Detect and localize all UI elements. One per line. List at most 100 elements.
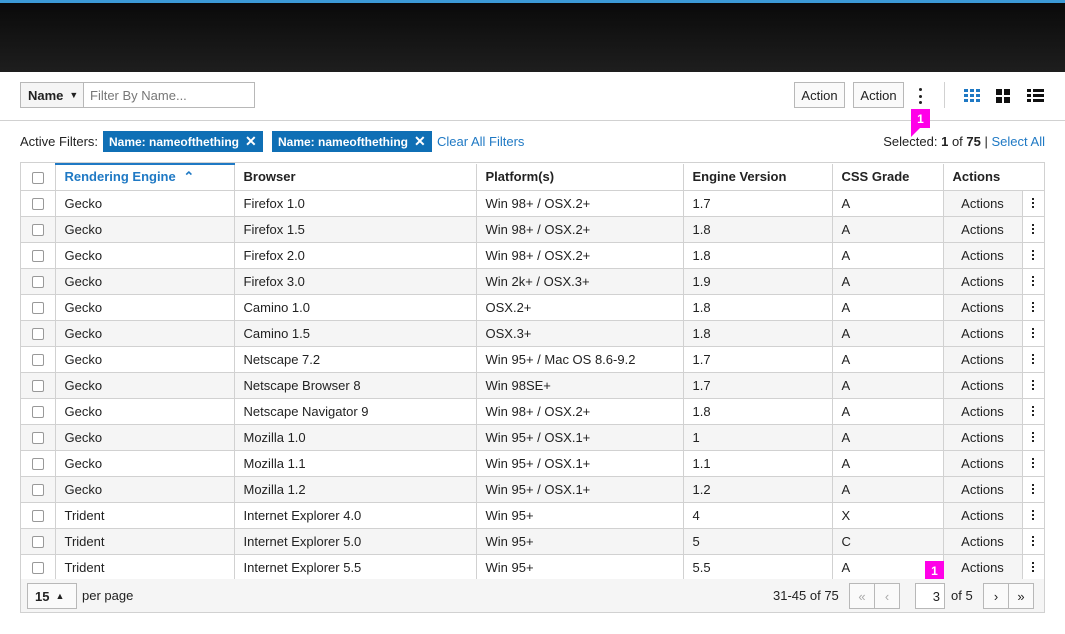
table-row[interactable]: Gecko Mozilla 1.0 Win 95+ / OSX.1+ 1 A Action…	[21, 424, 1045, 451]
column-header-rendering-engine[interactable]: Rendering Engine ⌃	[55, 163, 235, 191]
filter-chip[interactable]: Name: nameofthething ✕	[272, 131, 432, 152]
last-page-button[interactable]: »	[1008, 583, 1034, 609]
select-all-checkbox[interactable]	[31, 171, 44, 184]
table-row[interactable]: Gecko Firefox 1.0 Win 98+ / OSX.2+ 1.7 A Acti…	[21, 190, 1045, 217]
row-more-options-kebab-icon[interactable]	[1023, 302, 1045, 312]
table-row[interactable]: Gecko Camino 1.0 OSX.2+ 1.8 A Actions	[21, 294, 1045, 321]
column-header-platforms[interactable]: Platform(s)	[476, 164, 684, 191]
more-options-kebab-icon[interactable]	[914, 86, 926, 106]
row-more-options-kebab-icon[interactable]	[1023, 484, 1045, 494]
row-more-options-kebab-icon[interactable]	[1023, 380, 1045, 390]
row-actions-button[interactable]: Actions	[943, 502, 1023, 529]
row-actions-button[interactable]: Actions	[943, 476, 1023, 503]
close-icon[interactable]: ✕	[414, 133, 426, 150]
cell-engine-version: 1.9	[683, 268, 833, 295]
row-more-options-kebab-icon[interactable]	[1023, 406, 1045, 416]
row-more-options-kebab-icon[interactable]	[1023, 328, 1045, 338]
row-more-options-kebab-icon[interactable]	[1023, 250, 1045, 260]
row-checkbox[interactable]	[31, 198, 44, 211]
cell-rendering-engine: Gecko	[55, 476, 235, 503]
filter-input[interactable]	[83, 82, 255, 108]
row-more-options-kebab-icon[interactable]	[1023, 536, 1045, 546]
select-all-link[interactable]: Select All	[992, 134, 1045, 149]
select-all-checkbox-cell	[21, 164, 56, 191]
row-kebab-cell	[1022, 554, 1045, 581]
clear-all-filters-link[interactable]: Clear All Filters	[437, 134, 524, 149]
per-page-dropdown[interactable]: 15 ▲	[27, 583, 77, 609]
row-actions-button[interactable]: Actions	[943, 346, 1023, 373]
row-checkbox[interactable]	[31, 328, 44, 341]
row-checkbox-cell	[21, 216, 56, 243]
grid-view-icon[interactable]	[964, 89, 981, 103]
column-header-browser[interactable]: Browser	[234, 164, 477, 191]
action-button-1[interactable]: Action	[794, 82, 845, 108]
row-checkbox[interactable]	[31, 380, 44, 393]
table-row[interactable]: Trident Internet Explorer 5.0 Win 95+ 5 C Act…	[21, 528, 1045, 555]
card-view-icon[interactable]	[996, 89, 1011, 103]
table-row[interactable]: Gecko Camino 1.5 OSX.3+ 1.8 A Actions	[21, 320, 1045, 347]
column-header-css-grade[interactable]: CSS Grade	[832, 164, 944, 191]
cell-css-grade: A	[832, 346, 944, 373]
table-row[interactable]: Gecko Netscape 7.2 Win 95+ / Mac OS 8.6-9.…	[21, 346, 1045, 373]
row-actions-button[interactable]: Actions	[943, 294, 1023, 321]
table-row[interactable]: Gecko Firefox 1.5 Win 98+ / OSX.2+ 1.8 A Acti…	[21, 216, 1045, 243]
first-page-button[interactable]: «	[849, 583, 875, 609]
row-actions-button[interactable]: Actions	[943, 450, 1023, 477]
cell-browser: Mozilla 1.2	[234, 476, 477, 503]
table-row[interactable]: Trident Internet Explorer 5.5 Win 95+ 5.5 A A…	[21, 554, 1045, 581]
list-view-icon[interactable]	[1027, 89, 1044, 103]
row-more-options-kebab-icon[interactable]	[1023, 198, 1045, 208]
row-actions-button[interactable]: Actions	[943, 528, 1023, 555]
row-checkbox[interactable]	[31, 536, 44, 549]
row-more-options-kebab-icon[interactable]	[1023, 224, 1045, 234]
column-header-engine-version[interactable]: Engine Version	[683, 164, 833, 191]
row-actions-button[interactable]: Actions	[943, 398, 1023, 425]
table-row[interactable]: Trident Internet Explorer 4.0 Win 95+ 4 X Act…	[21, 502, 1045, 529]
row-checkbox-cell	[21, 320, 56, 347]
cell-platforms: Win 95+ / Mac OS 8.6-9.2	[476, 346, 684, 373]
row-checkbox[interactable]	[31, 276, 44, 289]
row-more-options-kebab-icon[interactable]	[1023, 458, 1045, 468]
cell-rendering-engine: Gecko	[55, 242, 235, 269]
row-checkbox[interactable]	[31, 250, 44, 263]
row-checkbox[interactable]	[31, 484, 44, 497]
row-actions-button[interactable]: Actions	[943, 320, 1023, 347]
row-checkbox[interactable]	[31, 302, 44, 315]
row-checkbox[interactable]	[31, 432, 44, 445]
close-icon[interactable]: ✕	[245, 133, 257, 150]
table-row[interactable]: Gecko Mozilla 1.2 Win 95+ / OSX.1+ 1.2 A Acti…	[21, 476, 1045, 503]
row-checkbox[interactable]	[31, 354, 44, 367]
chevron-up-icon: ▲	[55, 591, 65, 601]
per-page-label: per page	[82, 588, 134, 603]
row-kebab-cell	[1022, 190, 1045, 217]
row-more-options-kebab-icon[interactable]	[1023, 510, 1045, 520]
next-page-button[interactable]: ›	[983, 583, 1009, 609]
selected-of: of	[951, 134, 963, 149]
row-actions-button[interactable]: Actions	[943, 190, 1023, 217]
previous-page-button[interactable]: ‹	[874, 583, 900, 609]
row-more-options-kebab-icon[interactable]	[1023, 432, 1045, 442]
row-checkbox[interactable]	[31, 458, 44, 471]
row-actions-button[interactable]: Actions	[943, 372, 1023, 399]
row-more-options-kebab-icon[interactable]	[1023, 276, 1045, 286]
row-actions-button[interactable]: Actions	[943, 242, 1023, 269]
row-checkbox[interactable]	[31, 406, 44, 419]
row-checkbox[interactable]	[31, 224, 44, 237]
row-actions-button[interactable]: Actions	[943, 268, 1023, 295]
row-checkbox[interactable]	[31, 510, 44, 523]
table-row[interactable]: Gecko Mozilla 1.1 Win 95+ / OSX.1+ 1.1 A Acti…	[21, 450, 1045, 477]
current-page-input[interactable]	[915, 583, 945, 609]
filter-field-dropdown[interactable]: Name ▼	[20, 82, 84, 108]
table-row[interactable]: Gecko Netscape Navigator 9 Win 98+ / OSX.2…	[21, 398, 1045, 425]
table-row[interactable]: Gecko Netscape Browser 8 Win 98SE+ 1.7 A Acti…	[21, 372, 1045, 399]
row-checkbox[interactable]	[31, 562, 44, 575]
table-row[interactable]: Gecko Firefox 3.0 Win 2k+ / OSX.3+ 1.9 A Acti…	[21, 268, 1045, 295]
row-actions-button[interactable]: Actions	[943, 216, 1023, 243]
row-actions-button[interactable]: Actions	[943, 424, 1023, 451]
filter-chip[interactable]: Name: nameofthething ✕	[103, 131, 263, 152]
row-more-options-kebab-icon[interactable]	[1023, 354, 1045, 364]
row-more-options-kebab-icon[interactable]	[1023, 562, 1045, 572]
row-actions-button[interactable]: Actions	[943, 554, 1023, 581]
table-row[interactable]: Gecko Firefox 2.0 Win 98+ / OSX.2+ 1.8 A Acti…	[21, 242, 1045, 269]
action-button-2[interactable]: Action	[853, 82, 904, 108]
